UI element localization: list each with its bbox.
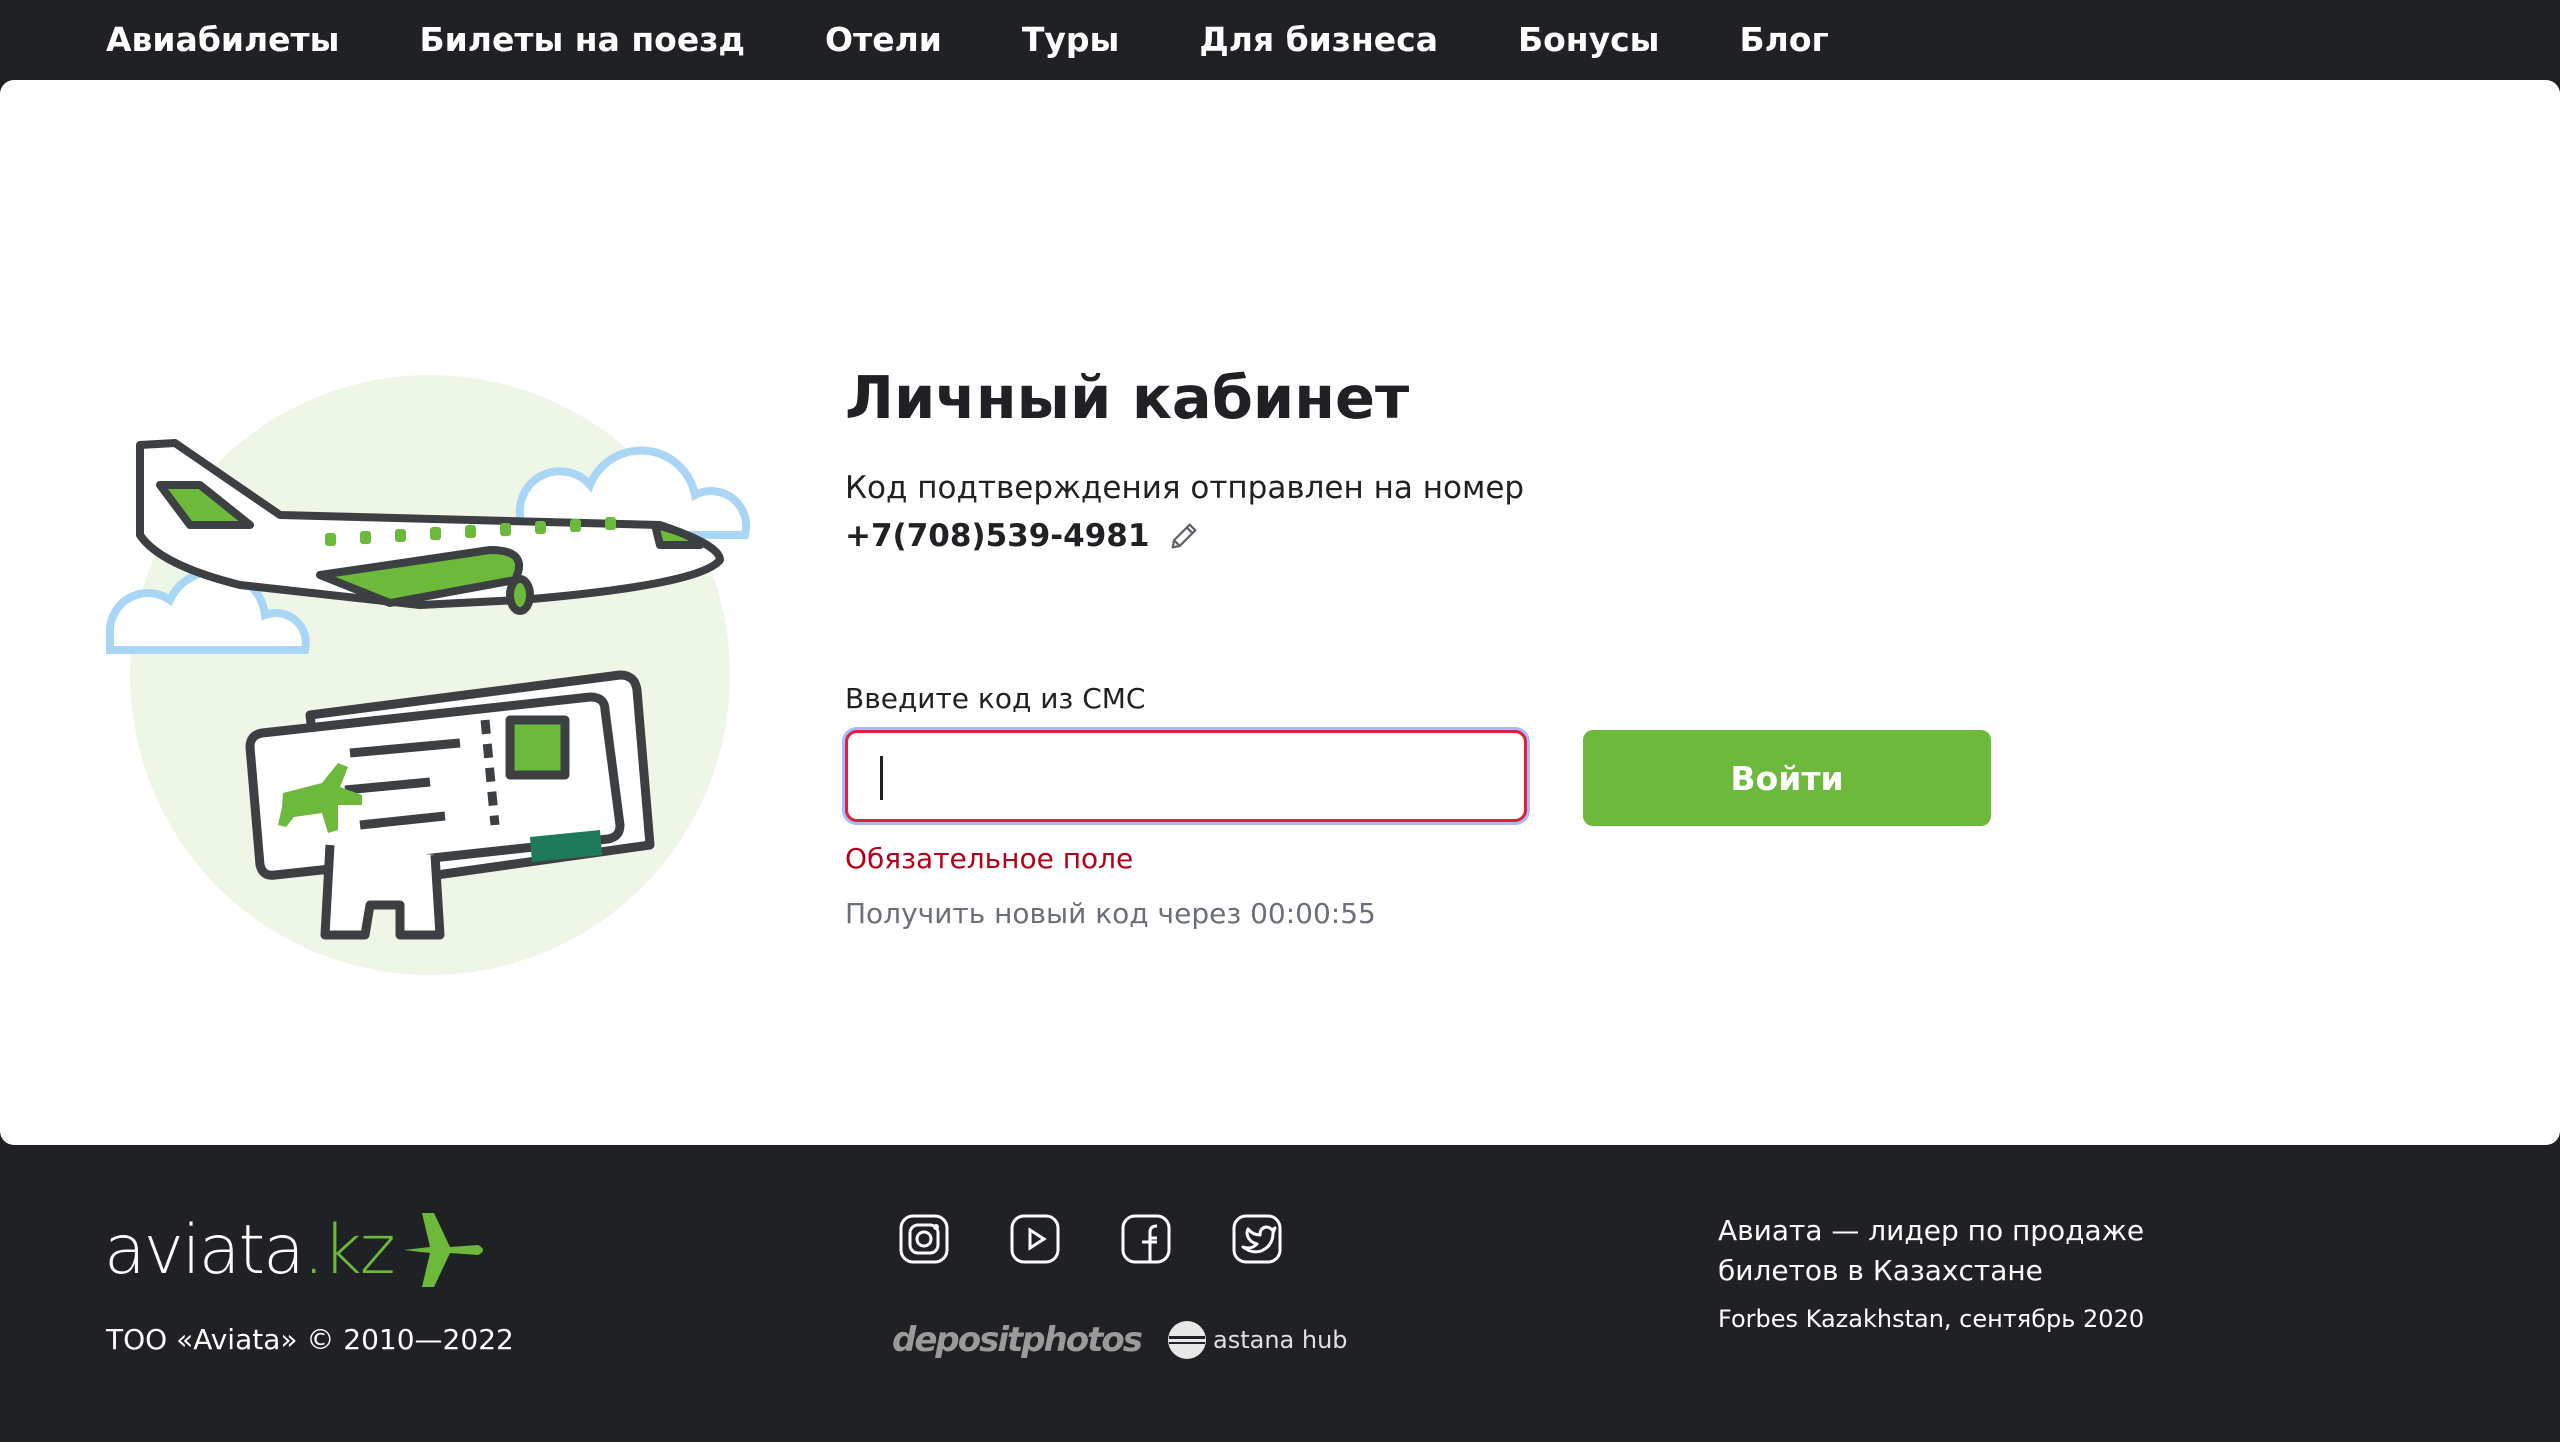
airplane-ticket-illustration: [106, 375, 751, 975]
logo-wordmark: aviata.kz: [104, 1210, 396, 1290]
main-panel: Личный кабинет Код подтверждения отправл…: [0, 80, 2560, 1145]
nav-item-blog[interactable]: Блог: [1740, 20, 1829, 60]
pencil-edit-icon[interactable]: [1167, 519, 1201, 553]
nav-item-flights[interactable]: Авиабилеты: [106, 20, 340, 60]
copyright-text: ТОО «Aviata» © 2010—2022: [106, 1323, 514, 1356]
login-button[interactable]: Войти: [1583, 730, 1991, 826]
partner-logos: depositphotos astana hub: [892, 1320, 1348, 1360]
required-field-error: Обязательное поле: [845, 842, 1134, 875]
youtube-icon[interactable]: [1008, 1212, 1062, 1266]
logo-dot: .: [302, 1210, 325, 1290]
footer: aviata.kz ТОО «Aviata» © 2010—2022 depos…: [0, 1145, 2560, 1442]
footer-tagline: Авиата — лидер по продаже билетов в Каза…: [1718, 1214, 2145, 1287]
login-form: Личный кабинет Код подтверждения отправл…: [845, 360, 1991, 930]
depositphotos-logo: depositphotos: [892, 1320, 1143, 1360]
nav-item-hotels[interactable]: Отели: [825, 20, 942, 60]
nav-item-trains[interactable]: Билеты на поезд: [420, 20, 746, 60]
astana-hub-text: astana hub: [1213, 1326, 1348, 1354]
logo-main: aviata: [104, 1210, 305, 1290]
nav-item-business[interactable]: Для бизнеса: [1199, 20, 1438, 60]
nav-list: Авиабилеты Билеты на поезд Отели Туры Дл…: [106, 20, 1909, 60]
astana-hub-icon: [1168, 1321, 1206, 1359]
phone-number: +7(708)539-4981: [845, 518, 1150, 554]
twitter-icon[interactable]: [1230, 1212, 1284, 1266]
tagline-source: Forbes Kazakhstan, сентябрь 2020: [1718, 1305, 2145, 1333]
plane-logo-icon: [403, 1213, 483, 1287]
instagram-icon[interactable]: [897, 1212, 951, 1266]
resend-code-timer: Получить новый код через 00:00:55: [845, 897, 1376, 930]
text-caret: [880, 756, 883, 800]
facebook-icon[interactable]: [1119, 1212, 1173, 1266]
social-links: [897, 1212, 1341, 1266]
astana-hub-logo: astana hub: [1167, 1320, 1348, 1360]
logo-tld: kz: [322, 1210, 395, 1290]
page-title: Личный кабинет: [845, 363, 1410, 432]
top-navigation: Авиабилеты Билеты на поезд Отели Туры Дл…: [0, 0, 2560, 80]
nav-item-tours[interactable]: Туры: [1022, 20, 1120, 60]
aviata-logo[interactable]: aviata.kz: [104, 1205, 490, 1295]
sms-code-input[interactable]: [845, 730, 1527, 822]
nav-item-bonuses[interactable]: Бонусы: [1518, 20, 1660, 60]
phone-row: +7(708)539-4981: [845, 518, 1201, 554]
code-field-label: Введите код из СМС: [845, 682, 1146, 715]
code-sent-text: Код подтверждения отправлен на номер: [845, 470, 1525, 506]
